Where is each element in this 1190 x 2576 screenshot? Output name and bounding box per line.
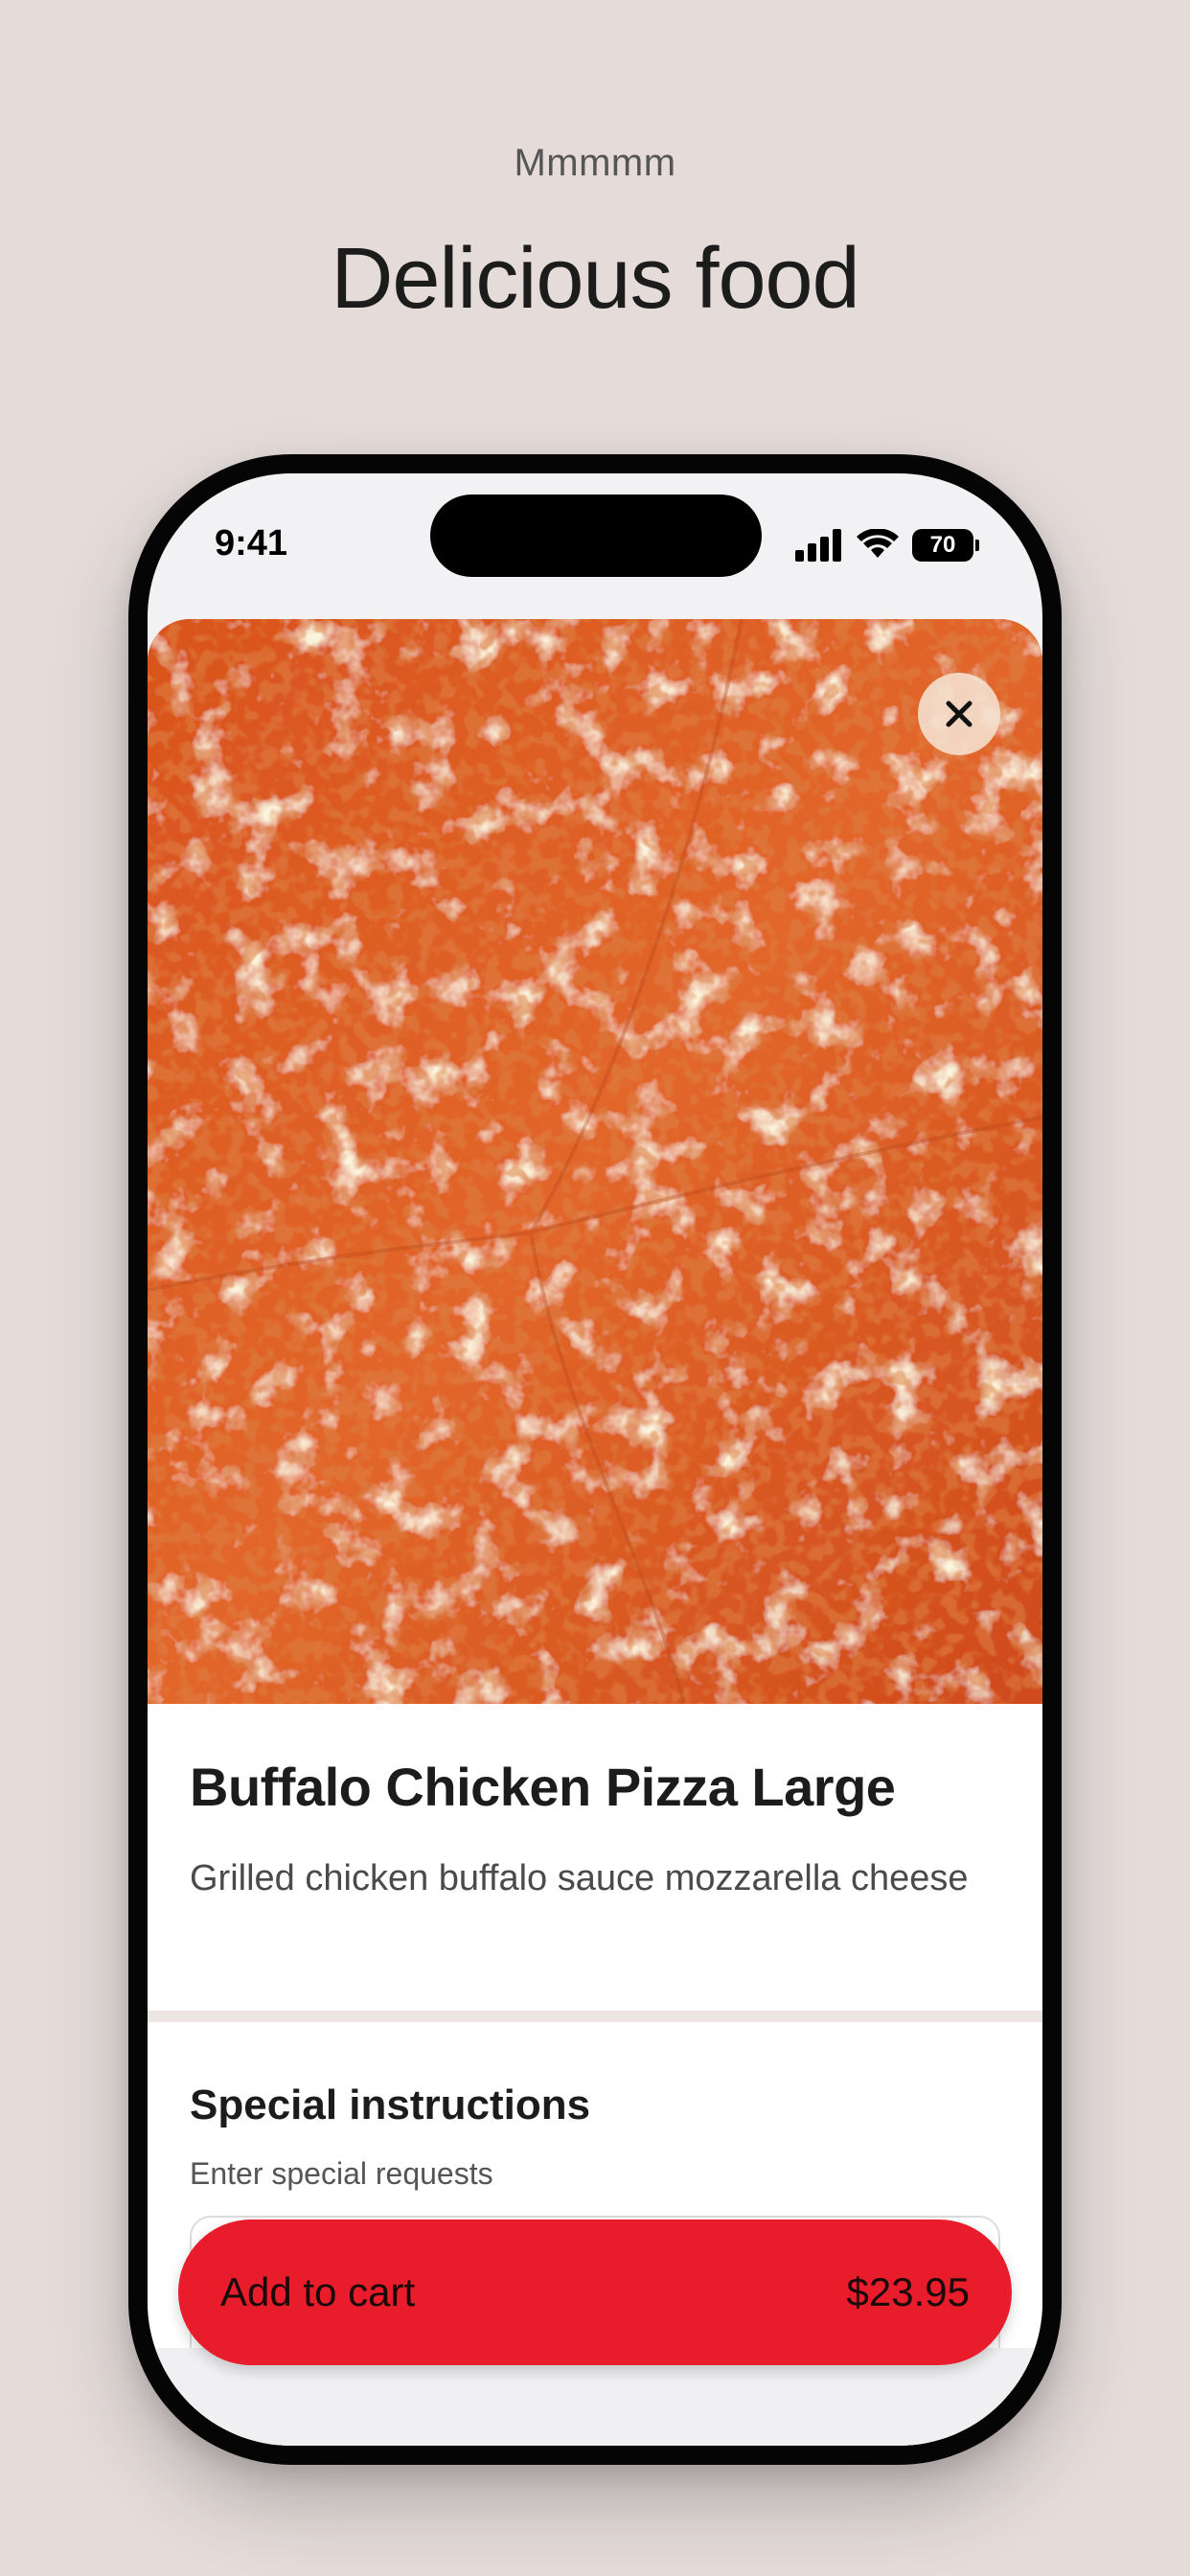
wifi-icon bbox=[857, 529, 899, 558]
phone-frame: 9:41 70 Buffalo Chicken Pizza Large Gril… bbox=[128, 454, 1062, 2465]
special-instructions-hint: Enter special requests bbox=[190, 2156, 493, 2191]
section-divider bbox=[148, 2011, 1042, 2022]
status-icons: 70 bbox=[795, 529, 979, 562]
pizza-image bbox=[148, 619, 1042, 1704]
add-to-cart-price: $23.95 bbox=[846, 2269, 970, 2314]
close-button[interactable] bbox=[918, 673, 1000, 755]
status-time: 9:41 bbox=[215, 523, 288, 564]
battery-level: 70 bbox=[912, 529, 973, 562]
page-headline: Delicious food bbox=[331, 231, 859, 327]
close-icon bbox=[946, 701, 973, 727]
add-to-cart-button[interactable]: Add to cart $23.95 bbox=[178, 2220, 1012, 2365]
eyebrow-text: Mmmmm bbox=[514, 142, 676, 184]
battery-tip bbox=[975, 540, 979, 551]
special-instructions-title: Special instructions bbox=[190, 2082, 591, 2128]
cellular-signal-icon bbox=[795, 529, 841, 562]
product-description: Grilled chicken buffalo sauce mozzarella… bbox=[190, 1858, 969, 1898]
phone-screen: 9:41 70 Buffalo Chicken Pizza Large Gril… bbox=[148, 473, 1042, 2446]
product-image bbox=[148, 619, 1042, 1704]
add-to-cart-label: Add to cart bbox=[220, 2269, 416, 2314]
battery-icon: 70 bbox=[912, 529, 979, 562]
dynamic-island bbox=[430, 494, 762, 577]
product-title: Buffalo Chicken Pizza Large bbox=[190, 1757, 896, 1817]
